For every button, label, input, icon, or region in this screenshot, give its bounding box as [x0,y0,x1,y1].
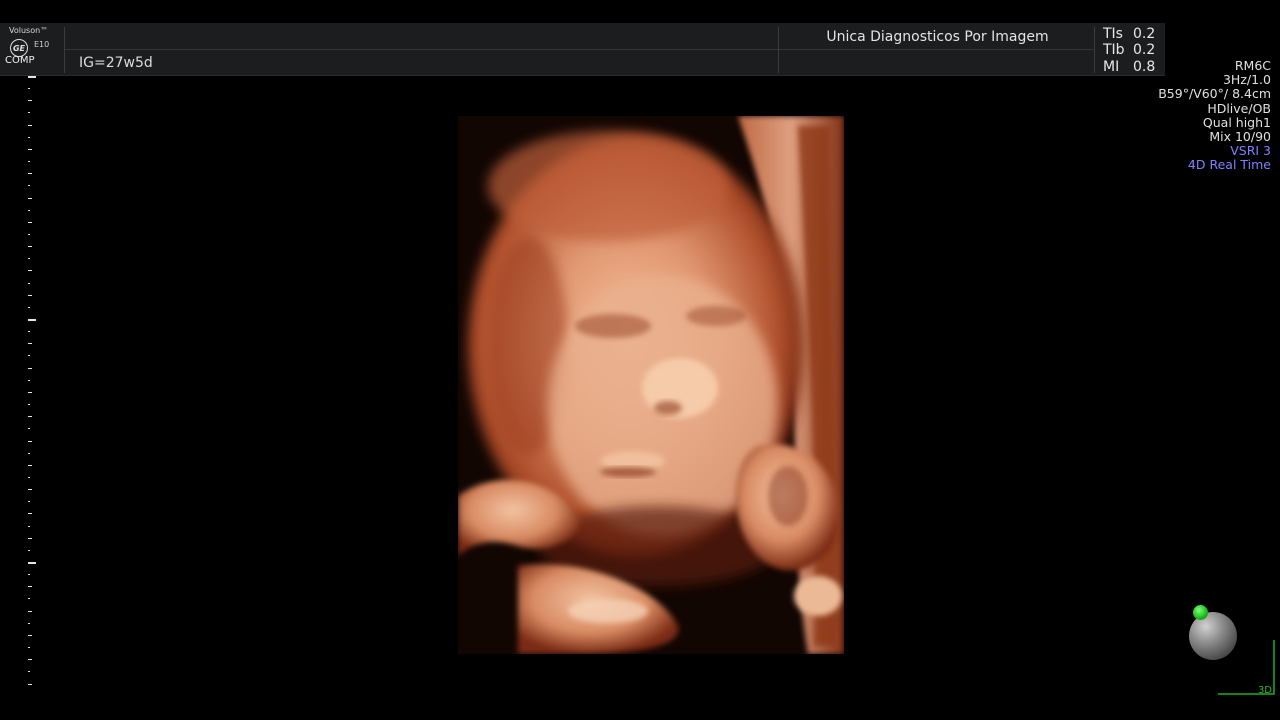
probe-label: RM6C [1234,58,1271,73]
ruler-tick [28,331,30,333]
divider [1094,27,1095,73]
clinic-name: Unica Diagnosticos Por Imagem [826,29,1049,45]
mode-label: 4D Real Time [1187,157,1271,173]
ruler-tick [28,562,36,564]
index-label: MI [1103,59,1120,75]
gestational-age: IG=27w5d [79,55,153,71]
fetal-face-image [458,116,844,654]
index-value: 0.8 [1133,59,1156,75]
ruler-tick [28,391,32,393]
frequency-label: 3Hz/1.0 [1222,72,1271,88]
ruler-tick [28,294,32,296]
ruler-tick [28,148,32,150]
divider [778,27,779,73]
ruler-tick [28,476,30,478]
model-label: E10 [34,40,50,49]
ruler-tick [28,270,32,272]
preset-label: HDlive/OB [1207,100,1271,116]
divider [64,27,65,73]
ruler-tick [28,537,32,539]
ruler-tick [28,416,32,418]
ruler-tick [28,610,32,612]
acquisition-params: RM6C 3Hz/1.0 B59°/V60°/ 8.4cm HDlive/OB … [1158,58,1271,173]
ruler-tick [28,513,32,515]
quality-label: Qual high1 [1202,114,1271,130]
ruler-tick [28,428,30,430]
ruler-tick [28,501,30,503]
index-tis: TIs 0.2 [1103,26,1155,42]
ruler-tick [28,574,30,576]
angles-label: B59°/V60°/ 8.4cm [1158,86,1271,102]
ruler-tick [28,355,30,357]
ruler-tick [28,489,32,491]
ruler-tick [28,306,30,308]
ruler-tick [28,209,30,211]
ruler-tick [28,246,32,248]
ruler-tick [28,598,30,600]
index-tib: TIb 0.2 [1103,42,1155,58]
mode-tag: COMP [5,55,35,66]
orientation-marker-icon [1193,605,1208,620]
ruler-tick [28,622,30,624]
ruler-tick [28,112,30,114]
ruler-tick [28,586,32,588]
index-label: TIs [1103,26,1123,42]
ruler-tick [28,173,32,175]
ultrasound-3d-render [458,116,844,654]
index-mi: MI 0.8 [1103,59,1155,75]
divider [65,49,1093,50]
ruler-tick [28,549,30,551]
ruler-tick [28,525,30,527]
ruler-tick [28,634,32,636]
ruler-tick [28,197,32,199]
ruler-tick [28,221,32,223]
ruler-tick [28,404,30,406]
ruler-tick [28,258,30,260]
ruler-tick [28,671,30,673]
ruler-tick [28,464,32,466]
index-label: TIb [1103,42,1125,58]
header-bar: Voluson™ GE E10 COMP IG=27w5d Unica Diag… [0,23,1165,76]
ruler-tick [28,379,30,381]
ruler-tick [28,124,32,126]
ruler-tick [28,136,30,138]
ruler-tick [28,76,36,78]
brand-name: Voluson™ [9,26,49,35]
ruler-tick [28,185,30,187]
ruler-tick [28,659,32,661]
ruler-tick [28,367,32,369]
orientation-3d-label: 3D [1257,685,1272,696]
ruler-tick [28,647,30,649]
ruler-tick [28,100,32,102]
ruler-tick [28,233,30,235]
vsri-label: VSRI 3 [1230,143,1271,159]
index-value: 0.2 [1133,42,1156,58]
ruler-tick [28,282,30,284]
depth-ruler [0,76,40,696]
ruler-tick [28,88,30,90]
ruler-tick [28,683,32,685]
ruler-tick [28,161,30,163]
mix-label: Mix 10/90 [1209,129,1271,145]
ruler-tick [28,452,30,454]
ruler-tick [28,343,32,345]
ruler-tick [28,440,32,442]
ruler-tick [28,319,36,321]
index-value: 0.2 [1133,26,1156,42]
